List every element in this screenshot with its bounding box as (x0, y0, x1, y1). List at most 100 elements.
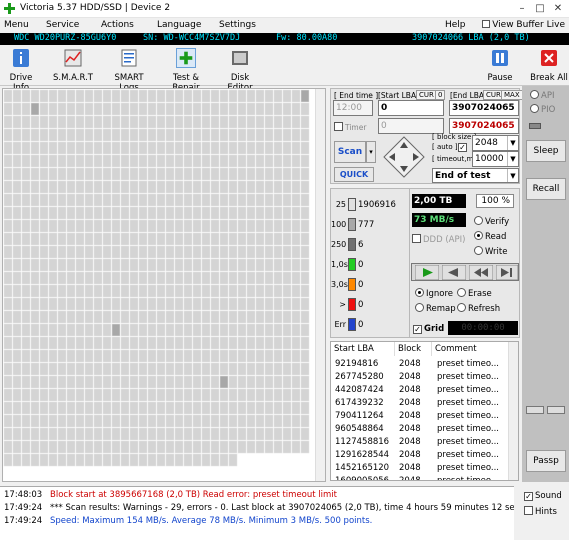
pio-radio[interactable]: PIO (530, 104, 555, 115)
hints-toggle[interactable]: Hints (524, 506, 557, 517)
ddd-api-toggle[interactable]: DDD (API) (412, 234, 465, 245)
auto-checkbox[interactable]: ✓ (458, 143, 467, 152)
skip-end-icon[interactable] (496, 265, 518, 280)
erase-radio[interactable]: Erase (457, 288, 492, 299)
test-repair-button[interactable]: Test & Repair (159, 48, 213, 93)
radio-icon (457, 288, 466, 297)
maximize-button[interactable]: □ (533, 2, 547, 15)
legend-row: 3,0s 0 (331, 278, 409, 292)
legend-row: 25 1906916 (331, 198, 409, 212)
legend-swatch (348, 298, 356, 311)
pause-button[interactable]: Pause (484, 48, 516, 83)
table-row[interactable]: 1127458816 2048 preset timeo... (331, 436, 509, 448)
table-row[interactable]: 1609005056 2048 preset timeo... (331, 475, 509, 481)
refresh-radio[interactable]: Refresh (457, 303, 500, 314)
menu-item-help[interactable]: Help (445, 20, 466, 30)
app-icon (4, 3, 15, 14)
speed-display: 73 MB/s (412, 213, 466, 227)
verify-radio[interactable]: Verify (474, 216, 509, 227)
cell-comment: preset timeo... (437, 398, 499, 408)
rewind-icon[interactable] (469, 265, 493, 280)
block-map-canvas (3, 89, 310, 467)
end-lba-cur-input[interactable]: 3907024065 (449, 118, 519, 134)
table-row[interactable]: 1291628544 2048 preset timeo... (331, 449, 509, 461)
play-icon[interactable] (415, 265, 439, 280)
cell-start-lba: 1609005056 (335, 476, 390, 481)
table-row[interactable]: 617439232 2048 preset timeo... (331, 397, 509, 409)
legend-ms: 25 (335, 200, 346, 209)
header-block[interactable]: Block (395, 342, 432, 356)
sound-toggle[interactable]: ✓ Sound (524, 491, 562, 501)
ddd-api-label: DDD (API) (423, 235, 466, 245)
close-button[interactable]: ✕ (551, 2, 565, 15)
slider-left[interactable] (526, 406, 544, 414)
block-size-select[interactable]: 2048 ▼ (472, 135, 519, 151)
menu-item-service[interactable]: Service (46, 20, 79, 30)
end-lba-input[interactable]: 3907024065 (449, 100, 519, 116)
cell-block: 2048 (399, 476, 421, 481)
view-buffer-live-toggle[interactable]: View Buffer Live (482, 20, 565, 30)
table-row[interactable]: 960548864 2048 preset timeo... (331, 423, 509, 435)
grid-toggle[interactable]: ✓ Grid (413, 324, 444, 334)
ignore-radio[interactable]: Ignore (415, 288, 453, 299)
legend-ms: 100 (331, 220, 347, 229)
indicator-led (529, 123, 541, 129)
header-start-lba[interactable]: Start LBA (331, 342, 395, 356)
checkbox-icon (334, 122, 343, 131)
grid-scrollbar[interactable] (315, 89, 325, 481)
timeout-select[interactable]: 10000 ▼ (472, 151, 519, 167)
smart-button[interactable]: S.M.A.R.T (52, 48, 94, 83)
timer-toggle[interactable]: Timer (334, 122, 366, 132)
menu-item-menu[interactable]: Menu (4, 20, 29, 30)
minimize-button[interactable]: – (515, 2, 529, 15)
read-radio[interactable]: Read (474, 231, 506, 242)
table-row[interactable]: 1452165120 2048 preset timeo... (331, 462, 509, 474)
cell-comment: preset timeo... (437, 385, 499, 395)
menu-item-settings[interactable]: Settings (219, 20, 256, 30)
drive-lba: 3907024066 LBA (2,0 TB) (412, 33, 530, 43)
table-row[interactable]: 790411264 2048 preset timeo... (331, 410, 509, 422)
sleep-button[interactable]: Sleep (526, 140, 566, 162)
api-radio[interactable]: API (530, 90, 554, 101)
remap-radio[interactable]: Remap (415, 303, 456, 314)
end-lba-label: [End LBA] (450, 91, 487, 100)
end-time-input[interactable]: 12:00 (333, 100, 373, 116)
step-back-icon[interactable] (442, 265, 466, 280)
radio-icon (474, 231, 483, 240)
disk-editor-button[interactable]: Disk Editor (219, 48, 261, 93)
smart-logs-button[interactable]: SMART Logs (104, 48, 154, 93)
write-radio[interactable]: Write (474, 246, 507, 257)
smart-label: S.M.A.R.T (53, 73, 93, 83)
scan-dropdown-button[interactable]: ▾ (366, 141, 376, 163)
legend-ms: 250 (331, 240, 347, 249)
drive-info-button[interactable]: Drive Info (2, 48, 40, 93)
table-row[interactable]: 267745280 2048 preset timeo... (331, 371, 509, 383)
end-max-button[interactable]: MAX (501, 90, 523, 100)
menu-item-actions[interactable]: Actions (101, 20, 134, 30)
slider-right[interactable] (547, 406, 565, 414)
end-of-test-select[interactable]: End of test ▼ (432, 168, 519, 183)
start-zero-button[interactable]: 0 (435, 90, 446, 100)
header-comment[interactable]: Comment (432, 342, 509, 356)
log-time: 17:49:24 (4, 516, 43, 526)
cell-comment: preset timeo... (437, 411, 499, 421)
cell-comment: preset timeo... (437, 372, 499, 382)
table-scrollbar[interactable] (508, 342, 518, 480)
direction-pad[interactable] (382, 135, 426, 179)
legend-swatch (348, 318, 356, 331)
quick-button[interactable]: QUICK (334, 167, 374, 182)
table-row[interactable]: 442087424 2048 preset timeo... (331, 384, 509, 396)
start-cur-button[interactable]: CUR (416, 90, 437, 100)
start-lba-input[interactable]: 0 (378, 100, 444, 116)
menu-item-language[interactable]: Language (157, 20, 201, 30)
cell-block: 2048 (399, 372, 421, 382)
window-title: Victoria 5.37 HDD/SSD | Device 2 (20, 3, 171, 13)
scan-button[interactable]: Scan (334, 141, 366, 163)
cell-start-lba: 267745280 (335, 372, 384, 382)
break-all-button[interactable]: Break All (530, 48, 568, 83)
recall-button[interactable]: Recall (526, 178, 566, 200)
table-row[interactable]: 92194816 2048 preset timeo... (331, 358, 509, 370)
passp-button[interactable]: Passp (526, 450, 566, 472)
drive-serial: SN: WD-WCC4M7SZV7DJ (143, 33, 241, 43)
timer-input[interactable]: 0 (378, 118, 444, 134)
